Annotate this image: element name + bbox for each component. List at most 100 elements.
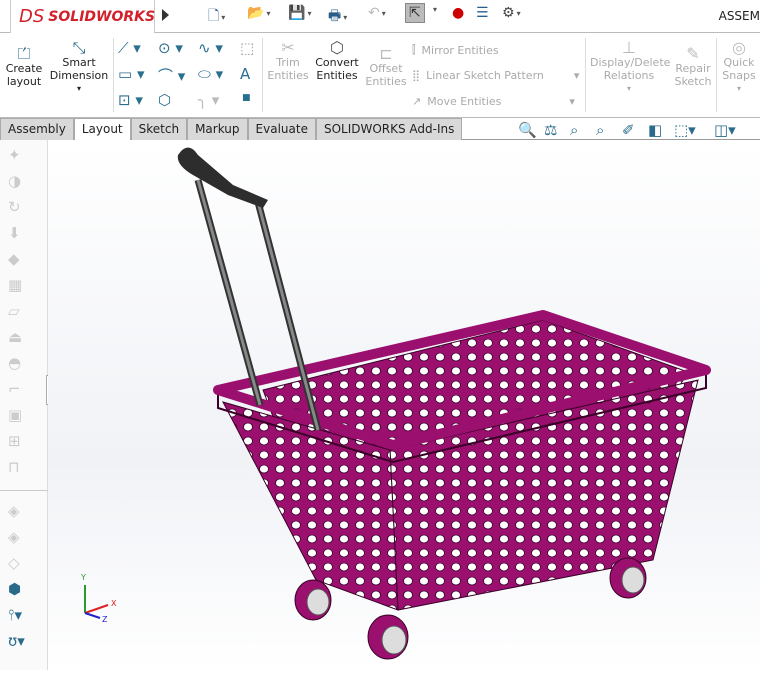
y-axis-label: Y [80,573,86,582]
point-icon[interactable]: ■ [242,93,251,103]
zoom-area-icon[interactable]: ⌕ [570,121,578,139]
tab-markup[interactable]: Markup [187,118,248,140]
new-button[interactable]: 🗋 ▾ [208,5,225,29]
layout-icon: ⏍ [17,44,31,63]
quick-snaps-label: Quick Snaps [722,56,756,82]
mirror-icon: ⫿ [412,43,416,56]
tool-icon[interactable]: ◑ [8,172,21,190]
tool-icon[interactable]: ⬇ [8,224,21,242]
tool-icon[interactable]: ✦ [8,146,21,164]
undo-button[interactable]: ↶ ▾ [368,5,386,21]
select-button[interactable]: ⇱ [405,3,425,23]
circle-icon[interactable]: ⊙ ▾ [158,39,183,57]
select-dropdown[interactable]: ▾ [433,5,437,14]
measure-icon[interactable]: ⚖ [544,121,557,139]
view-orientation-icon[interactable]: ⬚▾ [674,121,696,139]
chevron-down-icon[interactable]: ▾ [266,9,270,18]
tool-icon[interactable]: ◓ [8,354,21,372]
print-button[interactable]: 🖶 ▾ [328,5,347,29]
tool-icon[interactable]: ◈ [8,528,20,546]
construction-icon[interactable]: ⬚ [240,39,254,57]
trim-entities-button[interactable]: ✂ Trim Entities [266,38,310,83]
smart-dimension-label: Smart Dimension [49,56,109,82]
curve-icon[interactable]: ʊ▾ [8,632,25,650]
properties-list-icon: ☰ [476,5,489,21]
tool-icon[interactable]: ◇ [8,554,20,572]
text-icon[interactable]: A [240,65,250,83]
quick-snaps-button[interactable]: ◎ Quick Snaps ▾ [720,40,758,95]
linear-sketch-pattern-label: Linear Sketch Pattern [426,69,544,82]
command-manager: ⏍ Create layout ⤡ Smart Dimension ▾ ⟋ ▾ ⊙ ▾… [0,33,760,118]
mirror-entities-button[interactable]: ⫿ Mirror Entities [412,43,499,57]
tab-sketch[interactable]: Sketch [130,118,188,140]
previous-view-icon[interactable]: ✐ [622,121,635,139]
tool-icon[interactable]: ◈ [8,502,20,520]
command-tabs: Assembly Layout Sketch Markup Evaluate S… [0,118,760,140]
solidworks-logo[interactable]: DS SOLIDWORKS [10,0,155,34]
tool-icon[interactable]: ▱ [8,302,20,320]
move-entities-button[interactable]: ↗ Move Entities ▾ [412,95,575,108]
slot-icon[interactable]: ⊡ ▾ [118,91,143,109]
zoom-selection-icon[interactable]: ⌕ [596,121,604,139]
chevron-down-icon[interactable]: ▾ [221,13,225,22]
rectangle-icon[interactable]: ▭ ▾ [118,65,144,83]
file-properties-button[interactable]: ☰ [476,5,489,21]
tab-evaluate[interactable]: Evaluate [247,118,316,140]
zoom-to-fit-icon[interactable]: 🔍 [518,121,537,139]
chevron-down-icon: ▾ [433,5,438,14]
fillet-icon[interactable]: ╮ ▾ [198,91,219,109]
tool-icon[interactable]: ⊞ [8,432,21,450]
chevron-down-icon[interactable]: ▾ [517,9,521,18]
offset-entities-label: Offset Entities [365,62,407,88]
tool-icon[interactable]: ▣ [8,406,22,424]
smart-dimension-button[interactable]: ⤡ Smart Dimension ▾ [48,40,110,95]
reference-icon[interactable]: ⫯▾ [8,606,22,624]
move-icon: ↗ [412,95,422,108]
save-button[interactable]: 💾 ▾ [288,5,311,21]
spline-icon[interactable]: ∿ ▾ [198,39,223,57]
display-delete-relations-button[interactable]: ⊥ Display/Delete Relations ▾ [590,38,670,95]
menu-expand-arrow[interactable] [162,9,169,21]
relations-icon: ⊥ [622,38,636,57]
cursor-icon: ⇱ [409,5,421,21]
feature-tree-toolbar: ✦ ◑ ↻ ⬇ ◆ ▦ ▱ ⏏ ◓ ⌐ ▣ ⊞ ⊓ ◈ ◈ ◇ ⬢ ⫯▾ ʊ▾ [0,140,54,670]
tab-assembly[interactable]: Assembly [0,118,74,140]
tool-icon[interactable]: ⊓ [8,458,20,476]
line-icon[interactable]: ⟋ ▾ [118,39,141,57]
open-folder-icon: 📂 [247,5,265,21]
open-button[interactable]: 📂 ▾ [247,5,270,21]
tool-icon[interactable]: ▦ [8,276,22,294]
chevron-down-icon[interactable]: ▾ [382,9,386,18]
tool-icon[interactable]: ⏏ [8,328,22,346]
polygon-icon[interactable]: ⬡ [158,91,171,109]
convert-entities-button[interactable]: ⬡ Convert Entities [312,40,362,83]
trim-entities-label: Trim Entities [267,56,309,82]
chevron-down-icon[interactable]: ▾ [307,9,311,18]
graphics-viewport[interactable]: Y X Z [48,140,760,670]
offset-icon: ⊏ [379,44,393,63]
repair-sketch-label: Repair Sketch [674,62,712,88]
tool-icon[interactable]: ↻ [8,198,21,216]
tab-addins[interactable]: SOLIDWORKS Add-Ins [315,118,463,140]
ellipse-icon[interactable]: ⬭ ▾ [198,65,223,83]
rebuild-button[interactable]: ● [452,5,464,21]
new-document-icon: 🗋 [208,8,220,24]
wheel [367,614,409,660]
trim-icon: ✂ [281,38,295,57]
traffic-light-icon: ● [452,5,465,21]
display-style-icon[interactable]: ◫▾ [714,121,736,139]
cube-icon[interactable]: ⬢ [8,580,21,598]
tab-layout[interactable]: Layout [73,118,131,140]
tool-icon[interactable]: ⌐ [8,380,21,398]
gear-icon: ⚙ [502,5,515,21]
linear-sketch-pattern-button[interactable]: ⣿ Linear Sketch Pattern ▾ [412,69,579,82]
offset-entities-button[interactable]: ⊏ Offset Entities [364,44,408,89]
section-view-icon[interactable]: ◧ [648,121,662,139]
repair-sketch-button[interactable]: ✎ Repair Sketch [672,46,714,89]
chevron-down-icon[interactable]: ▾ [343,13,347,22]
tool-icon[interactable]: ◆ [8,250,20,268]
create-layout-button[interactable]: ⏍ Create layout [4,44,44,89]
options-button[interactable]: ⚙ ▾ [502,5,521,21]
create-layout-label: Create layout [5,62,43,88]
arc-icon[interactable]: ⌒ ▾ [158,65,185,86]
